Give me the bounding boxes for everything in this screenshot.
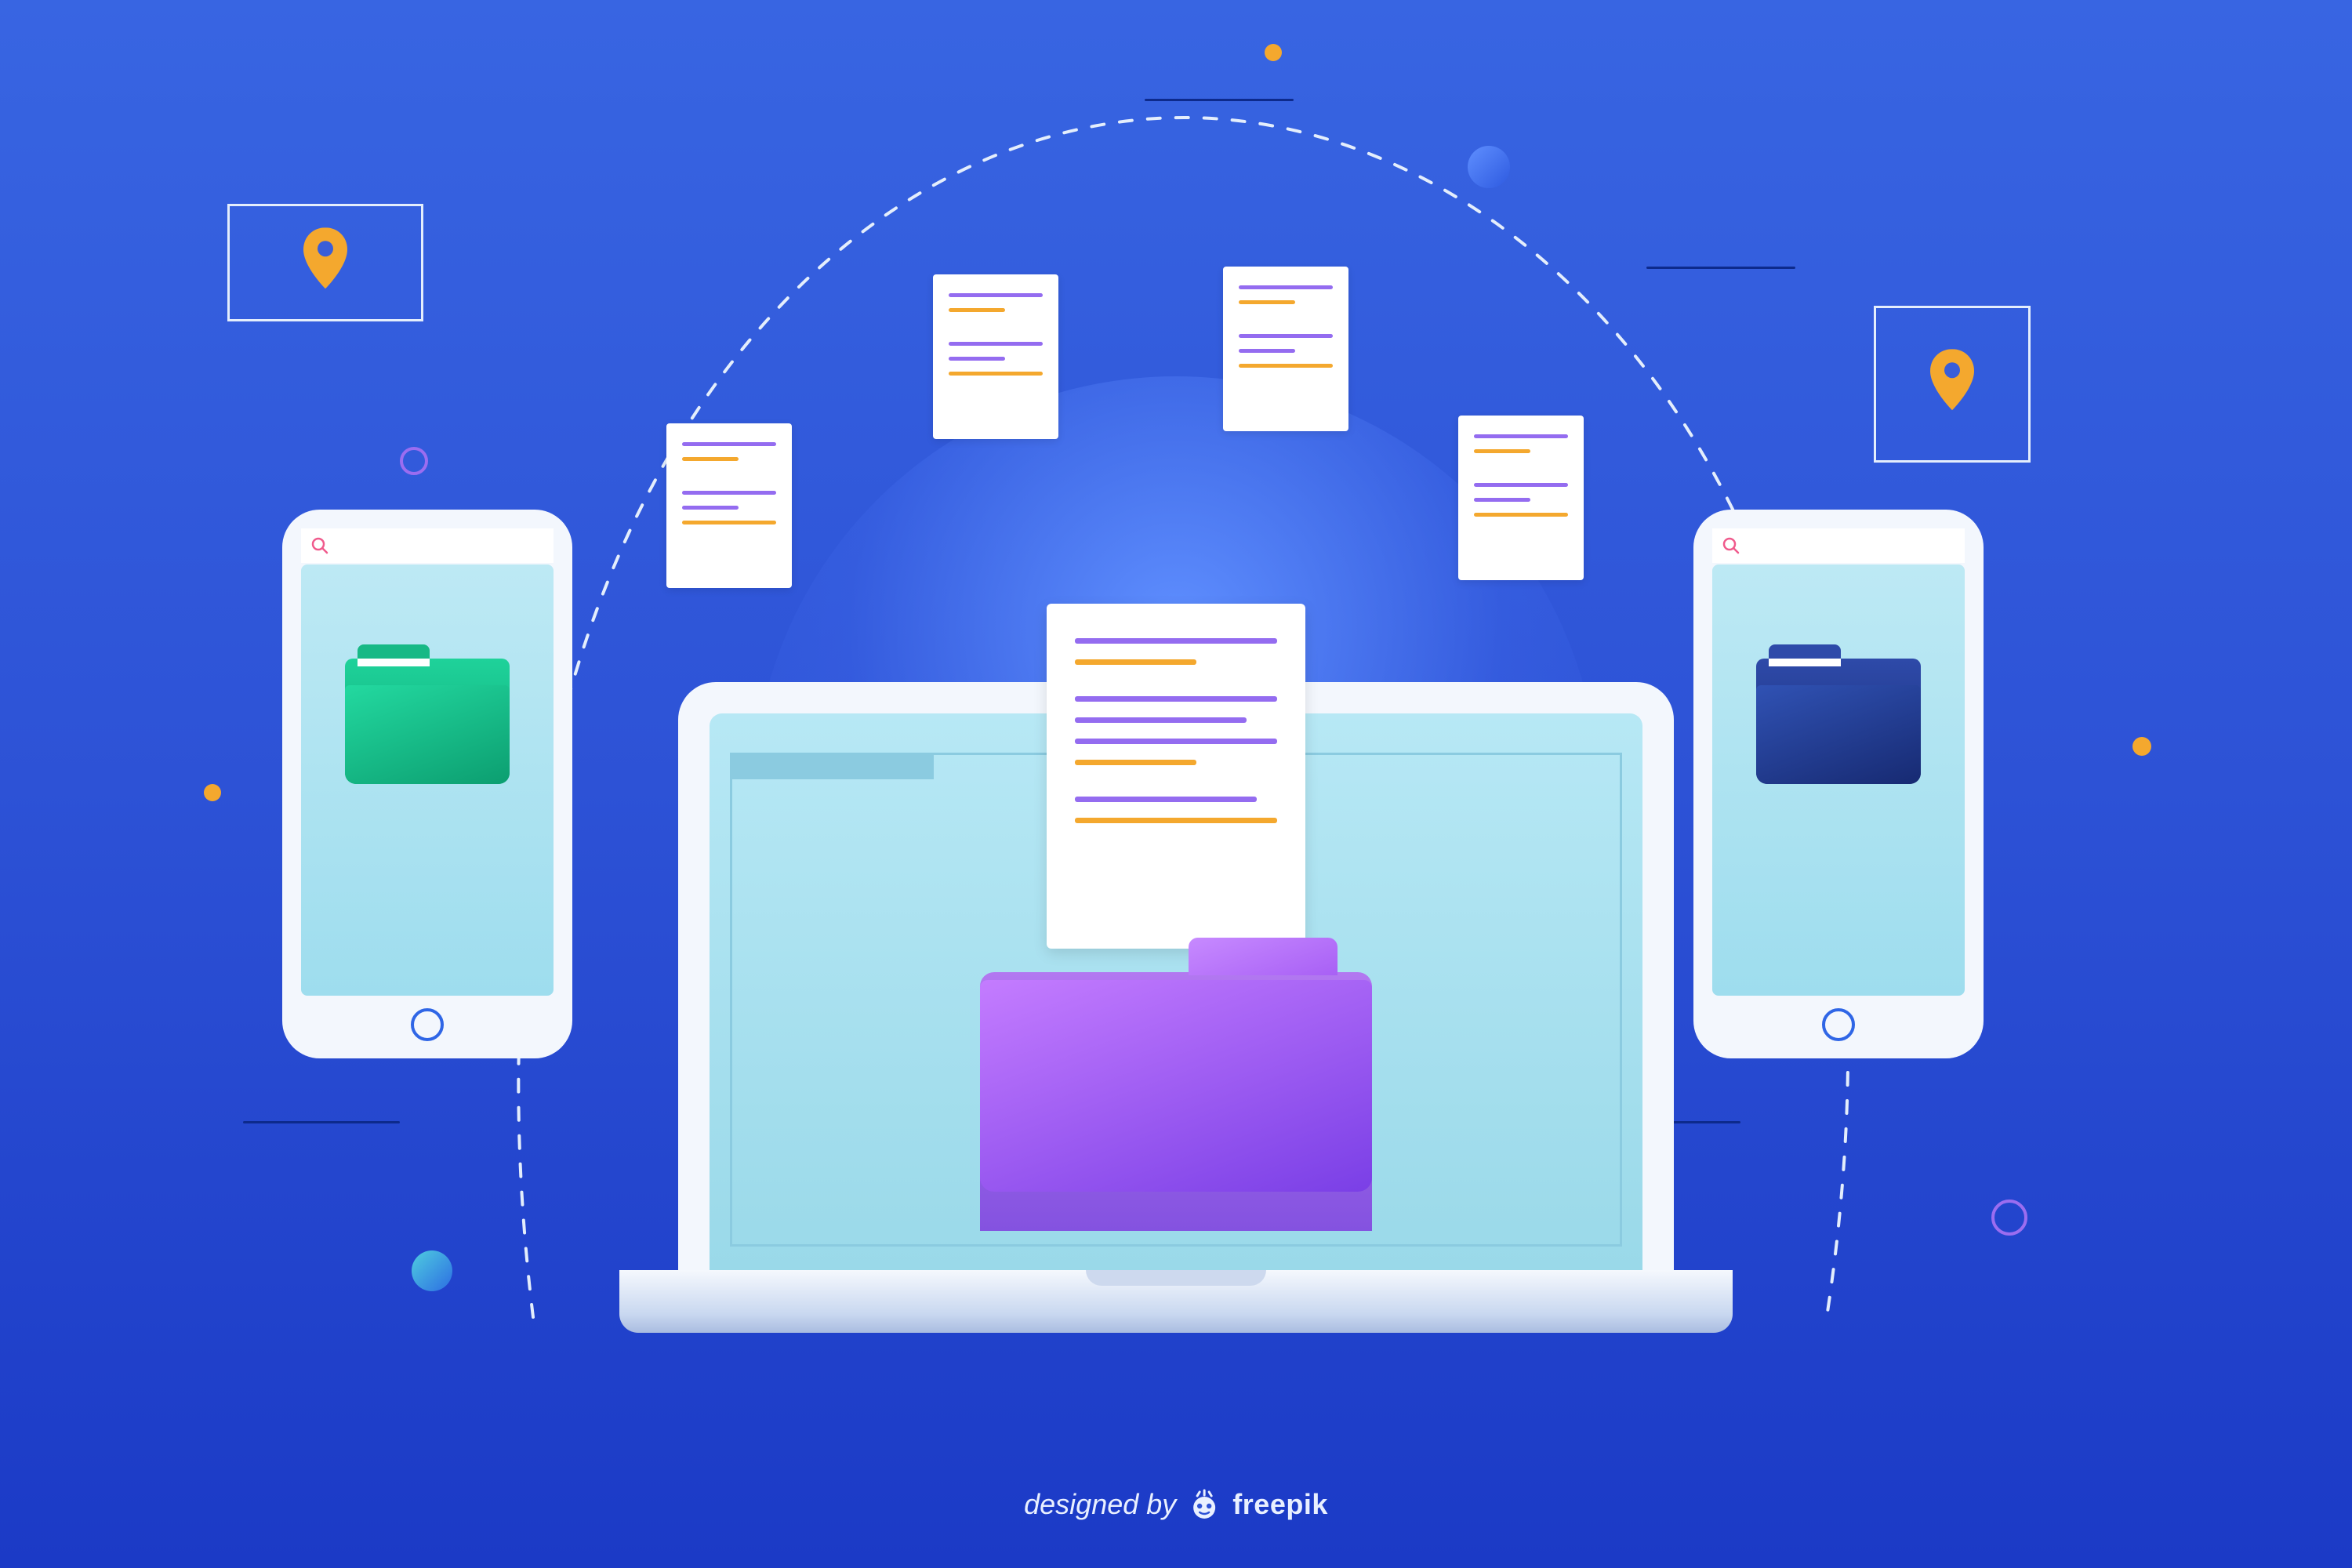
floating-document xyxy=(666,423,792,588)
document-line xyxy=(949,357,1005,361)
document-line xyxy=(1474,498,1530,502)
document-line xyxy=(1075,818,1277,823)
document-line xyxy=(1474,513,1568,517)
document-line xyxy=(1075,797,1257,802)
document-line xyxy=(1239,300,1295,304)
document-line xyxy=(1075,760,1196,765)
document-line xyxy=(1239,334,1333,338)
freepik-logo-icon xyxy=(1189,1489,1220,1520)
floating-document xyxy=(933,274,1058,439)
document-line xyxy=(682,457,739,461)
attribution-brand: freepik xyxy=(1232,1488,1328,1521)
phone-folder xyxy=(1756,659,1921,784)
home-button[interactable] xyxy=(411,1008,444,1041)
document-line xyxy=(1239,285,1333,289)
document-line xyxy=(949,308,1005,312)
document-line xyxy=(1239,364,1333,368)
document-line xyxy=(682,491,776,495)
search-icon xyxy=(1722,536,1740,555)
document-line xyxy=(1075,659,1196,665)
main-document xyxy=(1047,604,1305,949)
attribution-prefix: designed by xyxy=(1024,1488,1176,1521)
phone-left xyxy=(282,510,572,1058)
phone-screen xyxy=(1712,564,1965,996)
folder-front xyxy=(980,972,1372,1192)
document-line xyxy=(949,372,1043,376)
document-line xyxy=(949,342,1043,346)
document-line xyxy=(1075,717,1247,723)
floating-document xyxy=(1223,267,1348,431)
folder-front xyxy=(1756,685,1921,784)
phone-search-bar[interactable] xyxy=(1712,528,1965,563)
document-line xyxy=(1239,349,1295,353)
folder-tab-highlight xyxy=(358,659,430,666)
search-icon xyxy=(310,536,329,555)
document-line xyxy=(1474,483,1568,487)
document-line xyxy=(949,293,1043,297)
floating-document xyxy=(1458,416,1584,580)
phone-right xyxy=(1693,510,1984,1058)
folder-front-face xyxy=(980,980,1372,1192)
laptop-base xyxy=(619,1270,1733,1333)
attribution: designed by freepik xyxy=(1024,1488,1328,1521)
document-line xyxy=(1474,434,1568,438)
document-line xyxy=(682,521,776,524)
phone-search-bar[interactable] xyxy=(301,528,554,563)
folder-front-tab xyxy=(1189,938,1338,975)
document-line xyxy=(1075,638,1277,644)
document-line xyxy=(1075,739,1277,744)
phone-folder xyxy=(345,659,510,784)
home-button[interactable] xyxy=(1822,1008,1855,1041)
folder-front xyxy=(345,685,510,784)
phone-screen xyxy=(301,564,554,996)
document-line xyxy=(682,442,776,446)
document-line xyxy=(1075,696,1277,702)
folder-tab-highlight xyxy=(1769,659,1841,666)
document-line xyxy=(682,506,739,510)
document-line xyxy=(1474,449,1530,453)
laptop-notch xyxy=(1086,1270,1266,1286)
